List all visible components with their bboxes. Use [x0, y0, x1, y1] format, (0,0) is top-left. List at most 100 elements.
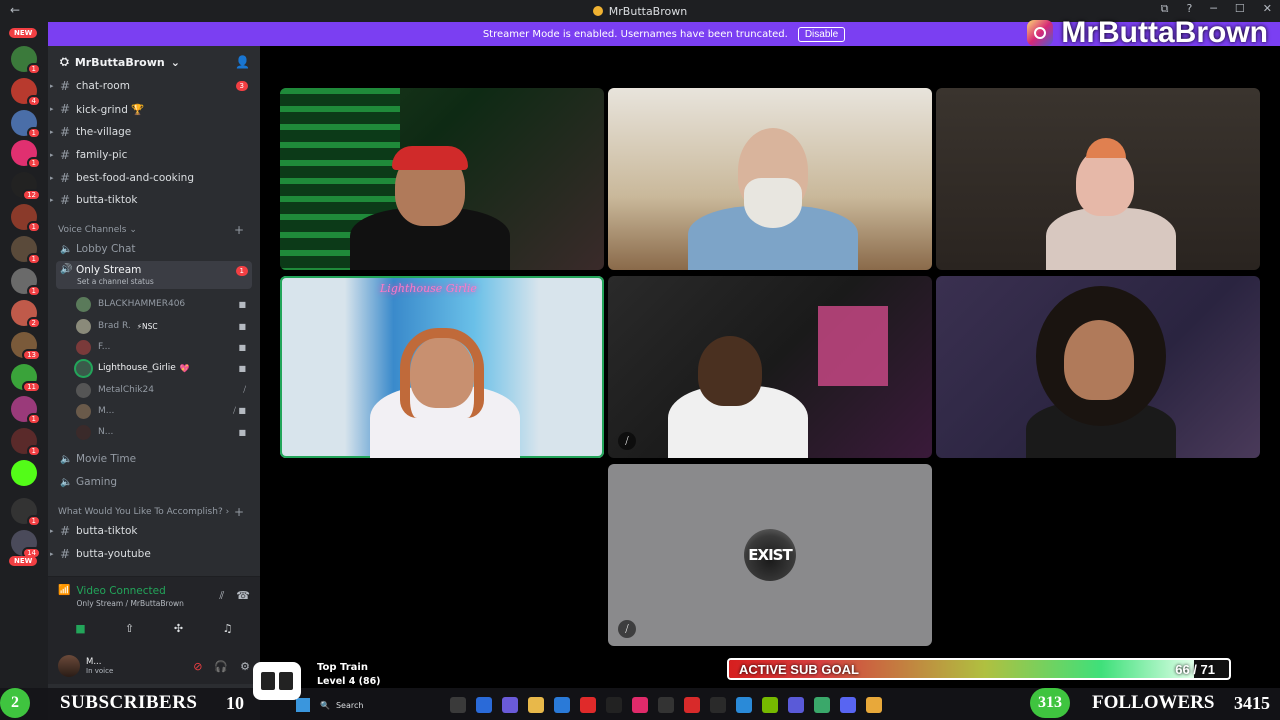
headphones-icon[interactable]: 🎧 — [214, 660, 228, 673]
add-person-icon[interactable]: 👤 — [235, 55, 250, 69]
server-icon[interactable]: 4 — [11, 78, 41, 107]
kick-server-icon[interactable] — [11, 460, 37, 486]
unread-marker: ▸ — [50, 105, 54, 113]
channel-butta-tiktok[interactable]: ▸ # butta-tiktok — [50, 190, 252, 210]
server-icon[interactable]: 14 — [11, 530, 41, 559]
voice-member[interactable]: Brad R. ⚡NSC ■ — [76, 316, 252, 336]
channel-the-village[interactable]: ▸ # the-village — [50, 122, 252, 142]
screen-share-button[interactable]: ⇧ — [110, 617, 150, 639]
connection-channel[interactable]: Only Stream / MrButtaBrown — [76, 599, 183, 608]
capcut-icon[interactable] — [606, 697, 622, 713]
voice-member[interactable]: N... ■ — [76, 422, 252, 442]
channel-chat-room[interactable]: ▸ # chat-room 3 — [50, 76, 252, 96]
app-icon[interactable] — [866, 697, 882, 713]
hash-icon: # — [60, 102, 71, 116]
voice-channel-only-stream[interactable]: 🔊 Only Stream Set a channel status 1 — [56, 261, 252, 289]
store-icon[interactable] — [554, 697, 570, 713]
server-icon[interactable]: 1 — [11, 236, 41, 265]
activities-button[interactable]: ✣ — [159, 617, 199, 639]
disable-streamer-mode-button[interactable]: Disable — [797, 26, 846, 42]
server-icon[interactable]: 1 — [11, 268, 41, 297]
sub-goal-bar: ACTIVE SUB GOAL 66 / 71 — [727, 658, 1231, 680]
video-tile-speaking[interactable]: Lighthouse Girlie — [280, 276, 604, 458]
train-icon — [253, 662, 301, 700]
voice-channel-gaming[interactable]: 🔈 Gaming — [56, 472, 252, 492]
voice-channel-name: Only Stream — [76, 264, 142, 276]
channel-butta-youtube[interactable]: ▸ # butta-youtube — [50, 544, 252, 564]
voice-member[interactable]: F... ■ — [76, 337, 252, 357]
chevron-down-icon: ⌄ — [126, 225, 137, 235]
obs-icon[interactable] — [658, 697, 674, 713]
soundboard-button[interactable]: ♫ — [208, 617, 248, 639]
channel-status-text[interactable]: Set a channel status — [77, 277, 154, 286]
category-voice-channels[interactable]: Voice Channels ⌄ + — [58, 223, 254, 237]
channel-butta-tiktok-2[interactable]: ▸ # butta-tiktok — [50, 521, 252, 541]
channel-name: chat-room — [76, 80, 130, 92]
guild-header[interactable]: ⛭ MrButtaBrown ⌄ 👤 — [48, 46, 260, 78]
server-icon[interactable]: 11 — [11, 364, 41, 393]
video-tile[interactable] — [608, 88, 932, 270]
gear-icon[interactable]: ⚙ — [240, 660, 250, 673]
voice-member[interactable]: BLACKHAMMER406 ■ — [76, 294, 252, 314]
server-icon[interactable]: 1 — [11, 204, 41, 233]
tiktok-icon[interactable] — [632, 697, 648, 713]
camera-button[interactable]: ■ — [61, 617, 101, 639]
participant-body — [1046, 208, 1176, 270]
discord-icon[interactable] — [840, 697, 856, 713]
app-icon[interactable] — [684, 697, 700, 713]
chrome-icon[interactable] — [814, 697, 830, 713]
mention-badge: 1 — [235, 266, 248, 276]
nvidia-icon[interactable] — [762, 697, 778, 713]
hash-icon: # — [60, 547, 71, 561]
noise-suppression-icon[interactable]: ⫽ — [219, 589, 224, 603]
mute-mic-icon[interactable]: ⊘ — [193, 660, 202, 673]
voice-member[interactable]: Lighthouse_Girlie 💖 ■ — [76, 358, 252, 378]
avatar[interactable] — [58, 655, 80, 677]
voice-member[interactable]: M... ⧸ ■ — [76, 401, 252, 421]
hair — [400, 328, 484, 418]
server-icon[interactable]: 12 — [11, 172, 41, 201]
category-accomplish[interactable]: What Would You Like To Accomplish? › + — [58, 505, 254, 519]
server-icon[interactable]: 2 — [11, 300, 41, 329]
add-channel-icon[interactable]: + — [234, 505, 244, 519]
minimize-button[interactable]: ─ — [1210, 2, 1217, 16]
video-tile[interactable]: ⧸ — [608, 276, 932, 458]
channel-best-food[interactable]: ▸ # best-food-and-cooking — [50, 168, 252, 188]
folder-icon[interactable] — [528, 697, 544, 713]
disconnect-icon[interactable]: ☎ — [236, 589, 250, 603]
voice-channel-movie-time[interactable]: 🔈 Movie Time — [56, 449, 252, 469]
video-tile[interactable] — [280, 88, 604, 270]
app-icon[interactable] — [736, 697, 752, 713]
signal-icon[interactable]: 📶 — [58, 585, 70, 608]
followers-counter: 313 FOLLOWERS 3415 — [1030, 688, 1280, 718]
banner-message: Streamer Mode is enabled. Usernames have… — [482, 28, 788, 40]
server-icon[interactable]: 1 — [11, 396, 41, 425]
server-icon[interactable]: 1 — [11, 110, 41, 139]
server-icon[interactable]: 13 — [11, 332, 41, 361]
voice-panel-icons: ⫽ ☎ — [219, 589, 250, 603]
close-button[interactable]: ✕ — [1263, 2, 1272, 16]
channel-kick-grind[interactable]: ▸ # kick-grind 🏆 — [50, 99, 252, 119]
add-channel-icon[interactable]: + — [234, 223, 244, 237]
channel-family-pic[interactable]: ▸ # family-pic — [50, 145, 252, 165]
task-view-icon[interactable] — [450, 697, 466, 713]
youtube-icon[interactable] — [580, 697, 596, 713]
voice-channel-lobby[interactable]: 🔈 Lobby Chat — [56, 239, 252, 259]
voice-member[interactable]: MetalChik24 ⧸ — [76, 380, 252, 400]
back-arrow-icon[interactable]: ← — [10, 3, 20, 17]
connection-status: Video Connected — [76, 585, 166, 597]
app-icon[interactable] — [788, 697, 804, 713]
app-icon[interactable] — [710, 697, 726, 713]
inbox-icon[interactable]: ⧉ — [1161, 2, 1169, 16]
edge-icon[interactable] — [476, 697, 492, 713]
server-icon[interactable]: 1 — [11, 46, 41, 75]
server-icon[interactable]: 1 — [11, 428, 41, 457]
help-icon[interactable]: ? — [1186, 2, 1192, 16]
maximize-button[interactable]: ☐ — [1235, 2, 1245, 16]
server-icon[interactable]: 1 — [11, 498, 41, 527]
discord-server-icon[interactable]: 1 — [11, 140, 41, 169]
video-tile-no-camera[interactable]: EXIST ⧸ — [608, 464, 932, 646]
video-tile[interactable] — [936, 88, 1260, 270]
teams-icon[interactable] — [502, 697, 518, 713]
video-tile[interactable] — [936, 276, 1260, 458]
